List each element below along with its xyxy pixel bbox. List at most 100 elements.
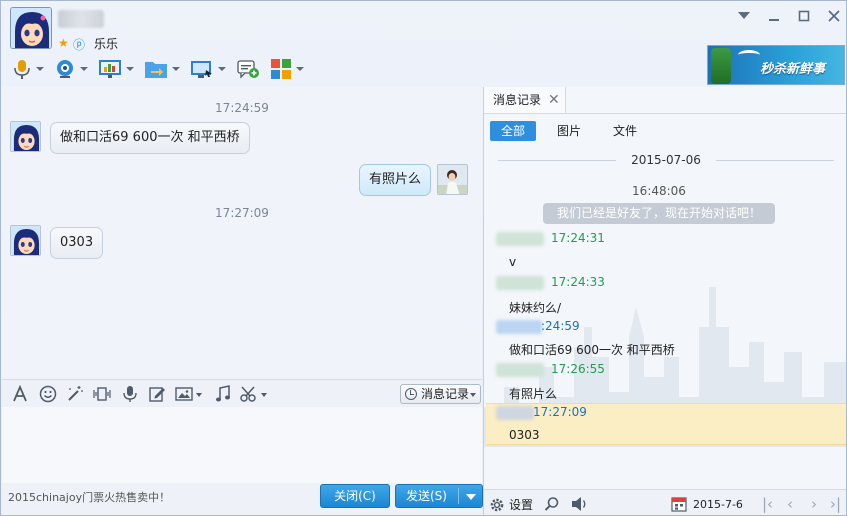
history-panel: 消息记录 ✕ 全部 图片 文件 2015-07-06 16:48:06 我们已经… (483, 87, 846, 489)
sender-name-blurred (496, 406, 534, 420)
qq-icon: ⓟ (73, 38, 86, 52)
remote-desktop-button[interactable] (187, 56, 229, 82)
contact-status: 乐乐 (94, 37, 119, 51)
ad-text: 秒杀新鲜事 (760, 62, 826, 77)
record-text[interactable]: 做和口活69 600一次 和平西桥 (509, 341, 675, 358)
calendar-date: 2015-7-6 (693, 497, 743, 511)
contact-nickname-blurred (58, 10, 104, 28)
window-controls (736, 8, 842, 24)
sender-name-blurred (496, 320, 542, 334)
contact-message-avatar[interactable] (10, 225, 41, 256)
video-call-button[interactable] (51, 56, 91, 82)
avatar-cartoon-icon (11, 122, 40, 151)
chevron-down-icon (470, 393, 476, 397)
minimize-icon[interactable] (766, 8, 782, 24)
sender-name-blurred (496, 363, 544, 377)
close-button[interactable]: 关闭(C) (320, 484, 390, 508)
filter-files[interactable]: 文件 (602, 121, 648, 141)
sound-button[interactable] (571, 496, 589, 512)
tab-message-history[interactable]: 消息记录 ✕ (484, 87, 566, 113)
record-text[interactable]: 有照片么 (509, 385, 557, 402)
avatar-cartoon-icon (11, 226, 40, 255)
contact-avatar[interactable] (10, 7, 52, 49)
webcam-icon (57, 60, 73, 78)
filter-images[interactable]: 图片 (546, 121, 592, 141)
font-icon[interactable] (10, 385, 30, 403)
contact-message-avatar[interactable] (10, 121, 41, 152)
record-text[interactable]: v (509, 255, 516, 269)
screenshot-scissors-icon[interactable] (238, 385, 270, 403)
apps-button[interactable] (267, 56, 307, 82)
message-bubble[interactable]: 做和口活69 600一次 和平西桥 (50, 122, 250, 154)
system-message: 我们已经是好友了，现在开始对话吧！ (543, 203, 775, 224)
settings-label: 设置 (509, 498, 534, 512)
image-icon[interactable] (174, 385, 204, 403)
shake-window-icon[interactable] (92, 385, 112, 403)
first-page-icon[interactable]: |‹ (762, 495, 773, 513)
microphone-icon (14, 60, 30, 79)
search-button[interactable] (544, 496, 560, 512)
message-timestamp: 17:27:09 (215, 206, 269, 220)
send-divider (458, 488, 459, 504)
message-history-button[interactable]: 消息记录 (400, 384, 481, 404)
send-file-button[interactable] (141, 56, 183, 82)
create-group-button[interactable] (233, 56, 263, 82)
bottle-icon (711, 48, 731, 84)
magic-wand-icon[interactable] (65, 385, 85, 403)
previous-page-icon[interactable]: ‹ (787, 495, 793, 513)
close-tab-icon[interactable]: ✕ (548, 87, 560, 113)
voice-message-icon[interactable] (120, 385, 140, 403)
edit-icon[interactable] (147, 385, 167, 403)
history-date: 2015-07-06 (631, 153, 701, 167)
kite-icon (738, 50, 760, 60)
next-page-icon[interactable]: › (811, 495, 817, 513)
self-message-avatar[interactable] (437, 164, 468, 195)
record-text[interactable]: 妹妹约么/ (509, 299, 561, 316)
send-button-label: 发送(S) (406, 489, 447, 503)
main-toolbar (9, 56, 307, 82)
record-time: 17:26:55 (551, 362, 605, 376)
record-time: :24:59 (541, 319, 580, 333)
music-icon[interactable] (213, 385, 233, 403)
clock-icon (405, 388, 417, 400)
screen-share-button[interactable] (95, 56, 137, 82)
date-picker-button[interactable]: 2015-7-6 (671, 496, 743, 512)
tab-divider (484, 113, 846, 114)
record-time: 17:24:33 (551, 275, 605, 289)
settings-button[interactable]: 设置 (489, 496, 533, 513)
record-time: 17:27:09 (533, 405, 587, 419)
emoji-icon[interactable] (38, 385, 58, 403)
tab-message-history-label: 消息记录 (493, 93, 542, 107)
input-toolbar: 消息记录 (2, 379, 482, 407)
self-message-bubble[interactable]: 有照片么 (359, 164, 432, 196)
advertisement-banner[interactable]: 秒杀新鲜事 (707, 45, 845, 85)
send-button[interactable]: 发送(S) (395, 484, 483, 508)
star-icon: ★ (58, 36, 69, 50)
record-text[interactable]: 0303 (509, 428, 540, 442)
apps-grid-icon (271, 59, 291, 79)
presentation-icon (99, 60, 121, 78)
avatar-cartoon-icon (11, 8, 51, 48)
system-time: 16:48:06 (632, 184, 686, 198)
speaker-icon (572, 497, 586, 511)
close-icon[interactable] (826, 8, 842, 24)
calendar-icon (671, 497, 687, 512)
gear-icon (490, 498, 504, 511)
monitor-icon (191, 61, 212, 78)
message-bubble[interactable]: 0303 (50, 227, 104, 259)
filter-all[interactable]: 全部 (490, 121, 537, 141)
last-page-icon[interactable]: ›| (830, 495, 841, 513)
send-options-dropdown-icon[interactable] (466, 494, 476, 500)
menu-dropdown-icon[interactable] (736, 8, 752, 24)
message-input[interactable] (2, 407, 482, 483)
bottom-bar: 2015chinajoy门票火热售卖中！ 关闭(C) 发送(S) (2, 483, 483, 515)
header: ★ ⓟ 乐乐 秒杀新鲜事 (1, 1, 846, 87)
voice-call-button[interactable] (9, 56, 47, 82)
promo-link[interactable]: 2015chinajoy门票火热售卖中！ (8, 489, 170, 505)
message-history-label: 消息记录 (421, 387, 470, 401)
chat-messages[interactable]: 17:24:59 做和口活69 600一次 和平西桥 有照片么 17:27:09… (2, 87, 482, 379)
history-footer: 设置 2015-7-6 |‹ ‹ › ›| (483, 489, 846, 515)
search-icon (544, 497, 559, 511)
maximize-icon[interactable] (796, 8, 812, 24)
message-timestamp: 17:24:59 (215, 101, 269, 115)
